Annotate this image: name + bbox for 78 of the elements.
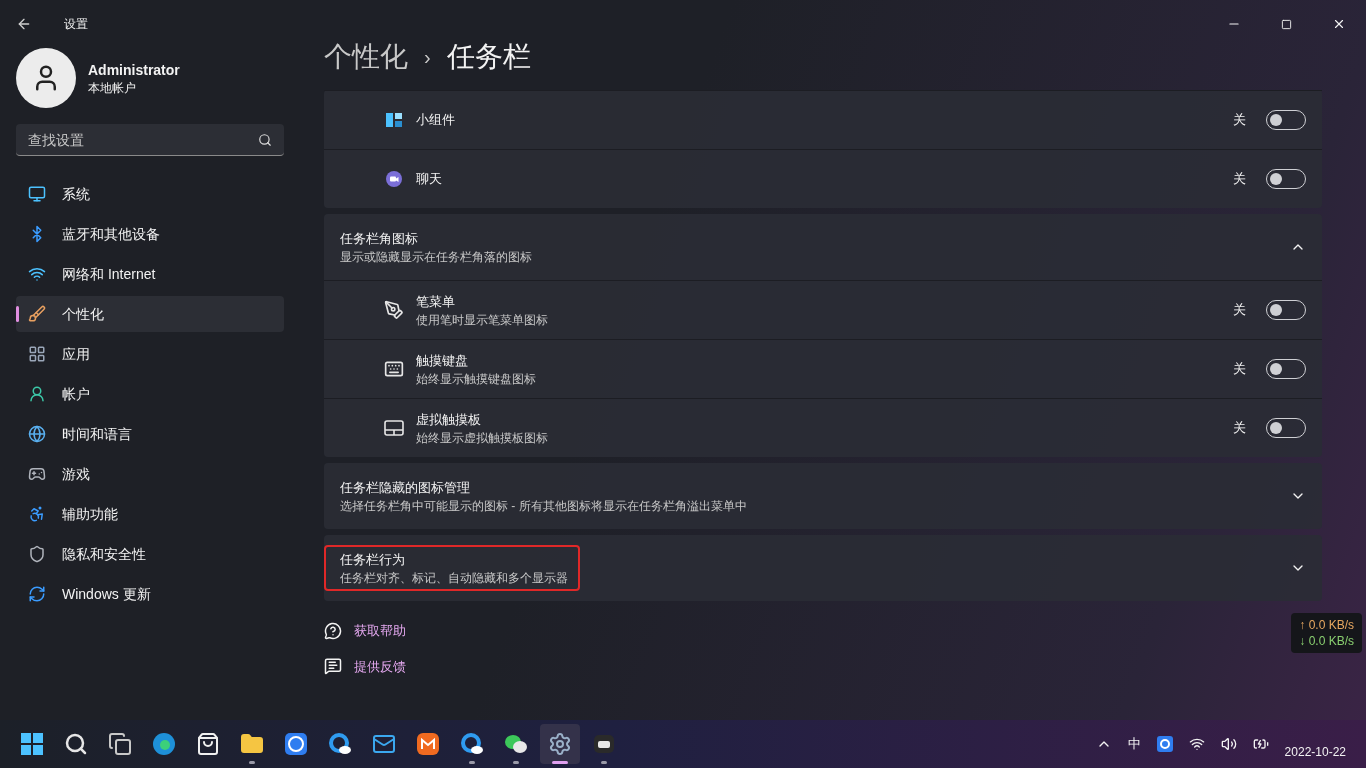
settings-icon (548, 732, 572, 756)
nav-item[interactable]: 蓝牙和其他设备 (16, 216, 284, 252)
card-description: 任务栏对齐、标记、自动隐藏和多个显示器 (340, 569, 568, 586)
setting-description: 使用笔时显示笔菜单图标 (416, 311, 549, 328)
toggle-state-label: 关 (1233, 360, 1246, 379)
gamepad-icon (28, 465, 46, 483)
card-title: 任务栏角图标 (340, 230, 419, 249)
tray-app-icon[interactable] (1156, 736, 1173, 752)
store-icon (196, 732, 220, 756)
nav-item[interactable]: 网络和 Internet (16, 256, 284, 292)
start-icon (20, 732, 44, 756)
account-type: 本地帐户 (88, 80, 137, 96)
shield-icon (28, 545, 46, 563)
battery-icon[interactable] (1252, 736, 1269, 752)
nav-item[interactable]: 应用 (16, 336, 284, 372)
monitor-icon (28, 185, 46, 203)
chat-icon (385, 170, 403, 188)
link[interactable]: 提供反馈 (354, 656, 406, 676)
card-title: 任务栏隐藏的图标管理 (340, 479, 471, 498)
nav-item[interactable]: 游戏 (16, 456, 284, 492)
feedback-icon (324, 657, 342, 676)
chat-bubbles-icon (504, 732, 528, 756)
person-icon (28, 385, 46, 403)
nav-item[interactable]: 辅助功能 (16, 496, 284, 532)
folder-icon (240, 732, 264, 756)
card-description: 显示或隐藏显示在任务栏角落的图标 (340, 248, 532, 265)
download-speed: ↓ 0.0 KB/s (1299, 633, 1354, 649)
video-app-icon (416, 732, 440, 756)
widgets-icon (385, 111, 403, 129)
wifi-icon (28, 265, 46, 283)
setting-title: 触摸键盘 (416, 352, 469, 371)
touchpad-icon (384, 419, 404, 437)
breadcrumb-parent[interactable]: 个性化 (324, 36, 408, 78)
task-view-icon (108, 732, 132, 756)
toggle-state-label: 关 (1233, 170, 1246, 189)
search-icon (64, 732, 88, 756)
upload-speed: ↑ 0.0 KB/s (1299, 617, 1354, 633)
card-title: 任务栏行为 (340, 551, 406, 570)
link[interactable]: 获取帮助 (354, 621, 406, 641)
toggle-state-label: 关 (1233, 419, 1246, 438)
nav-item[interactable]: Windows 更新 (16, 576, 284, 612)
nav-item[interactable]: 隐私和安全性 (16, 536, 284, 572)
card-description: 选择任务栏角中可能显示的图标 - 所有其他图标将显示在任务栏角溢出菜单中 (340, 497, 747, 514)
window-title: 设置 (64, 16, 88, 32)
apps-icon (28, 345, 46, 363)
setting-description: 始终显示触摸键盘图标 (416, 370, 537, 387)
toggle-state-label: 关 (1233, 301, 1246, 320)
toggle-state-label: 关 (1233, 111, 1246, 130)
nav-item[interactable]: 个性化 (16, 296, 284, 332)
search-icon (258, 133, 272, 147)
wifi-icon[interactable] (1188, 736, 1205, 752)
breadcrumb-separator: › (424, 45, 431, 70)
setting-title: 聊天 (416, 170, 443, 189)
setting-title: 小组件 (416, 111, 456, 130)
nav-item[interactable]: 帐户 (16, 376, 284, 412)
setting-title: 笔菜单 (416, 293, 456, 312)
maximize-icon[interactable] (1281, 18, 1292, 30)
accessibility-icon (28, 505, 46, 523)
pen-icon (384, 300, 404, 320)
update-icon (28, 585, 46, 603)
nav-item[interactable]: 系统 (16, 176, 284, 212)
mail-icon (372, 732, 396, 756)
taskbar-button[interactable] (540, 724, 580, 764)
cloud-app-icon (460, 732, 484, 756)
page-title: 任务栏 (446, 40, 531, 74)
search-field[interactable]: 查找设置 (16, 124, 284, 156)
cloud-app-icon (328, 732, 352, 756)
nav-item[interactable]: 时间和语言 (16, 416, 284, 452)
setting-title: 虚拟触摸板 (416, 411, 482, 430)
setting-description: 始终显示虚拟触摸板图标 (416, 429, 549, 446)
help-icon (324, 621, 342, 640)
input-method-indicator[interactable]: 中 (1127, 734, 1141, 754)
close-icon[interactable] (1332, 17, 1346, 31)
user-name: Administrator (88, 61, 180, 80)
brush-icon (28, 305, 46, 323)
clock-date[interactable]: 2022-10-22 (1284, 744, 1346, 760)
keyboard-icon (384, 359, 404, 379)
volume-icon[interactable] (1220, 736, 1237, 752)
